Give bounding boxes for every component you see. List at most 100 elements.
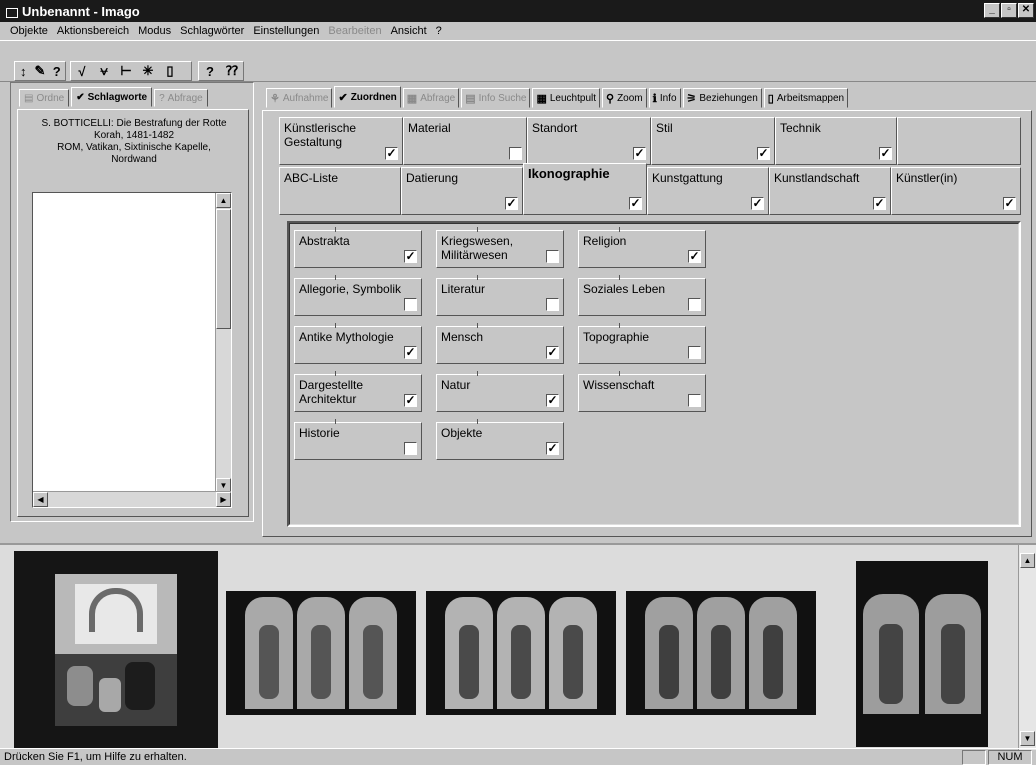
- tree-icon[interactable]: ⊢: [118, 63, 134, 79]
- category-material[interactable]: Material: [403, 117, 527, 165]
- tab-abfrage[interactable]: ▦ Abfrage: [402, 88, 460, 108]
- tab-info[interactable]: ℹ Info: [648, 88, 681, 108]
- edit-icon[interactable]: ✎: [35, 63, 46, 79]
- ikon-label: Objekte: [441, 426, 483, 440]
- listbox-vertical-scrollbar[interactable]: ▲ ▼: [215, 193, 231, 493]
- ikon-checkbox[interactable]: [404, 298, 417, 311]
- menu-modus[interactable]: Modus: [138, 25, 171, 37]
- category-kuenstler[interactable]: Künstler(in) ✓: [891, 167, 1021, 215]
- question-icon[interactable]: ?: [202, 63, 218, 79]
- ikon-checkbox[interactable]: [688, 394, 701, 407]
- thumbnail-3[interactable]: [426, 591, 616, 715]
- ikon-dargestellte-architektur[interactable]: Dargestellte Architektur ✓: [294, 371, 422, 412]
- title-bar[interactable]: Unbenannt - Imago _ ▫ ✕: [0, 0, 1036, 22]
- ikon-antike-mythologie[interactable]: Antike Mythologie ✓: [294, 323, 422, 364]
- scroll-right-arrow-icon[interactable]: ▶: [216, 492, 231, 507]
- category-stil[interactable]: Stil ✓: [651, 117, 775, 165]
- ikon-literatur[interactable]: Literatur: [436, 275, 564, 316]
- filmstrip-scrollbar[interactable]: ▲ ▼: [1018, 545, 1036, 750]
- tab-leuchtpult[interactable]: ▦ Leuchtpult: [532, 88, 601, 108]
- ikon-checkbox[interactable]: [546, 250, 559, 263]
- thumbnail-1-selected[interactable]: [14, 551, 218, 749]
- category-checkbox[interactable]: ✓: [757, 147, 770, 160]
- category-ikonographie[interactable]: Ikonographie ✓: [523, 163, 647, 215]
- tab-arbeitsmappen[interactable]: ▯ Arbeitsmappen: [763, 88, 849, 108]
- thumbnail-5[interactable]: [856, 561, 988, 747]
- ikon-checkbox[interactable]: [688, 346, 701, 359]
- category-checkbox[interactable]: ✓: [633, 147, 646, 160]
- ikon-checkbox[interactable]: ✓: [404, 346, 417, 359]
- category-kuenstlerische-gestaltung[interactable]: Künstlerische Gestaltung ✓: [279, 117, 403, 165]
- menu-schlagwoerter[interactable]: Schlagwörter: [180, 25, 244, 37]
- category-checkbox[interactable]: ✓: [751, 197, 764, 210]
- asterisk-icon[interactable]: ✳: [140, 63, 156, 79]
- tab-zuordnen[interactable]: ✔ Zuordnen: [334, 86, 401, 108]
- close-button[interactable]: ✕: [1018, 3, 1034, 18]
- menu-objekte[interactable]: Objekte: [10, 25, 48, 37]
- minimize-button[interactable]: _: [984, 3, 1000, 18]
- menu-einstellungen[interactable]: Einstellungen: [253, 25, 319, 37]
- ikon-checkbox[interactable]: ✓: [546, 394, 559, 407]
- thumbnail-2[interactable]: [226, 591, 416, 715]
- ikon-checkbox[interactable]: ✓: [688, 250, 701, 263]
- category-kunstlandschaft[interactable]: Kunstlandschaft ✓: [769, 167, 891, 215]
- tab-beziehungen[interactable]: ⚞ Beziehungen: [682, 88, 762, 108]
- tab-aufnahme[interactable]: ⚘ Aufnahme: [266, 88, 333, 108]
- category-label: Kunstlandschaft: [774, 171, 860, 185]
- category-standort[interactable]: Standort ✓: [527, 117, 651, 165]
- category-abc-liste[interactable]: ABC-Liste: [279, 167, 401, 215]
- category-kunstgattung[interactable]: Kunstgattung ✓: [647, 167, 769, 215]
- category-checkbox[interactable]: ✓: [505, 197, 518, 210]
- keyword-listbox[interactable]: ▲ ▼ ◀ ▶: [32, 192, 232, 508]
- ikon-checkbox[interactable]: [404, 442, 417, 455]
- ikon-allegorie[interactable]: Allegorie, Symbolik: [294, 275, 422, 316]
- ikon-checkbox[interactable]: ✓: [546, 346, 559, 359]
- magnifier-icon: ⚲: [606, 92, 615, 105]
- check-icon[interactable]: √: [74, 63, 90, 79]
- ikon-checkbox[interactable]: ✓: [546, 442, 559, 455]
- category-technik[interactable]: Technik ✓: [775, 117, 897, 165]
- listbox-horizontal-scrollbar[interactable]: ◀ ▶: [33, 491, 231, 507]
- select-icon[interactable]: ↕: [18, 63, 29, 79]
- menu-help[interactable]: ?: [436, 25, 442, 37]
- scroll-down-arrow-icon[interactable]: ▼: [1020, 731, 1035, 746]
- ikon-mensch[interactable]: Mensch ✓: [436, 323, 564, 364]
- category-checkbox[interactable]: ✓: [879, 147, 892, 160]
- category-checkbox[interactable]: ✓: [873, 197, 886, 210]
- menu-aktionsbereich[interactable]: Aktionsbereich: [57, 25, 129, 37]
- help-icon[interactable]: ?: [51, 63, 62, 79]
- multi-check-icon[interactable]: ⩝: [96, 63, 112, 79]
- category-checkbox[interactable]: ✓: [385, 147, 398, 160]
- ikon-abstrakta[interactable]: Abstrakta ✓: [294, 227, 422, 268]
- category-datierung[interactable]: Datierung ✓: [401, 167, 523, 215]
- page-icon[interactable]: ▯: [162, 63, 178, 79]
- tab-info-suche[interactable]: ▤ Info Suche: [461, 88, 531, 108]
- ikon-topographie[interactable]: Topographie: [578, 323, 706, 364]
- scroll-left-arrow-icon[interactable]: ◀: [33, 492, 48, 507]
- ikon-checkbox[interactable]: ✓: [404, 250, 417, 263]
- ikon-checkbox[interactable]: ✓: [404, 394, 417, 407]
- tab-abfrage-left[interactable]: ? Abfrage: [154, 89, 208, 107]
- menu-ansicht[interactable]: Ansicht: [391, 25, 427, 37]
- category-checkbox[interactable]: ✓: [1003, 197, 1016, 210]
- ikon-religion[interactable]: Religion ✓: [578, 227, 706, 268]
- ikon-kriegswesen[interactable]: Kriegswesen, Militärwesen: [436, 227, 564, 268]
- tab-schlagworte[interactable]: ✔ Schlagworte: [71, 87, 153, 107]
- context-help-icon[interactable]: ⁇: [224, 63, 240, 79]
- category-checkbox[interactable]: [509, 147, 522, 160]
- tab-zoom[interactable]: ⚲ Zoom: [602, 88, 647, 108]
- tab-ordne[interactable]: ▤ Ordne: [19, 89, 70, 107]
- scroll-thumb[interactable]: [216, 209, 231, 329]
- ikon-checkbox[interactable]: [546, 298, 559, 311]
- ikon-wissenschaft[interactable]: Wissenschaft: [578, 371, 706, 412]
- maximize-button[interactable]: ▫: [1001, 3, 1017, 18]
- ikon-checkbox[interactable]: [688, 298, 701, 311]
- ikon-objekte[interactable]: Objekte ✓: [436, 419, 564, 460]
- scroll-up-arrow-icon[interactable]: ▲: [216, 193, 231, 208]
- ikon-soziales-leben[interactable]: Soziales Leben: [578, 275, 706, 316]
- category-checkbox[interactable]: ✓: [629, 197, 642, 210]
- ikon-natur[interactable]: Natur ✓: [436, 371, 564, 412]
- thumbnail-4[interactable]: [626, 591, 816, 715]
- scroll-up-arrow-icon[interactable]: ▲: [1020, 553, 1035, 568]
- ikon-historie[interactable]: Historie: [294, 419, 422, 460]
